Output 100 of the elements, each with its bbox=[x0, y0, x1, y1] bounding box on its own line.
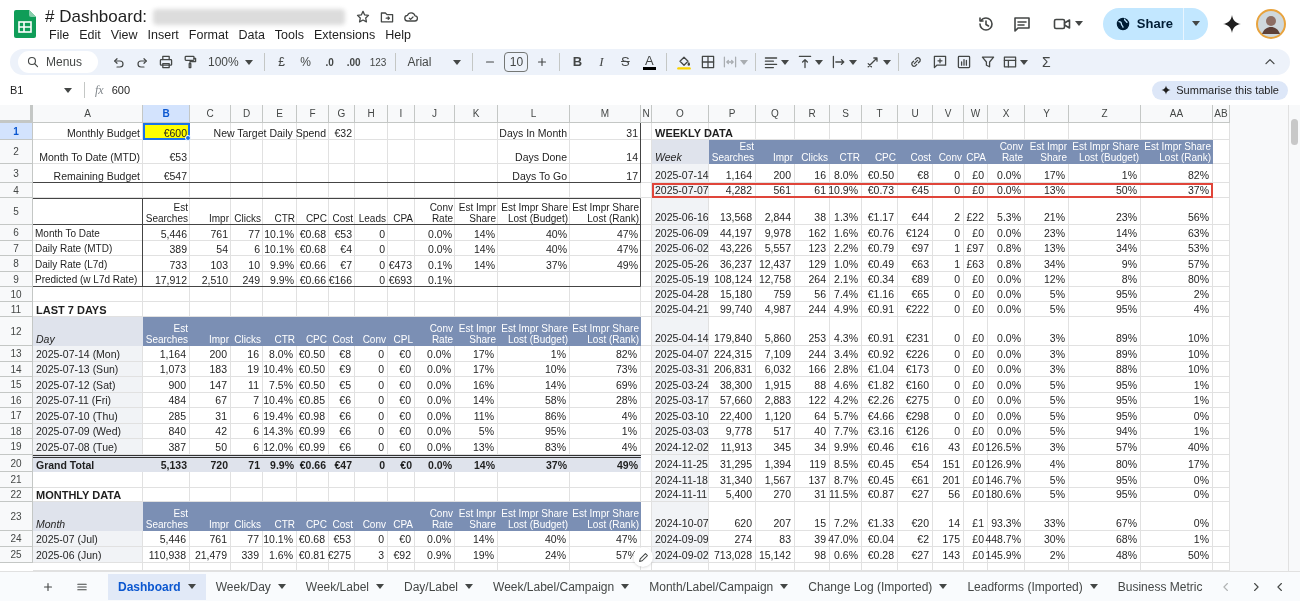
font-dropdown[interactable]: Arial bbox=[401, 50, 468, 74]
menu-item[interactable]: Tools bbox=[270, 26, 309, 43]
column-letter[interactable]: V bbox=[933, 105, 964, 123]
column-letter[interactable]: Z bbox=[1069, 105, 1141, 123]
row-number[interactable]: 24 bbox=[0, 531, 33, 547]
sheet-tab[interactable]: Week/Label bbox=[295, 573, 394, 600]
zoom-dropdown[interactable]: 100% bbox=[202, 50, 259, 74]
row-number[interactable]: 20 bbox=[0, 455, 33, 472]
column-letter[interactable]: J bbox=[415, 105, 455, 123]
table-cell: 15,180 bbox=[709, 287, 756, 302]
number-format-button[interactable]: 123 bbox=[365, 50, 391, 74]
table-cell[interactable]: €547 bbox=[143, 164, 190, 183]
row-number[interactable]: 19 bbox=[0, 439, 33, 455]
column-letter[interactable]: AB bbox=[1213, 105, 1230, 123]
column-letter[interactable]: AA bbox=[1141, 105, 1213, 123]
table-cell-text: 389 bbox=[168, 242, 188, 256]
formula-field[interactable]: 600 bbox=[111, 81, 1153, 99]
increase-decimals-button[interactable]: .00 bbox=[341, 50, 366, 74]
row-number[interactable]: 1 bbox=[0, 123, 33, 140]
table-cell: 0% bbox=[1141, 408, 1213, 424]
percent-button[interactable]: % bbox=[293, 50, 318, 74]
column-letter[interactable]: Y bbox=[1025, 105, 1069, 123]
functions-button[interactable]: Σ bbox=[1034, 50, 1059, 74]
table-cell: 0 bbox=[355, 346, 388, 362]
table-cell: 5% bbox=[1025, 408, 1069, 424]
font-size-field[interactable]: 10 bbox=[504, 52, 529, 72]
table-cell[interactable]: €600 bbox=[143, 123, 190, 140]
row-number[interactable]: 5 bbox=[0, 198, 33, 225]
sheet-tab[interactable]: Change Log (Imported) bbox=[798, 573, 958, 600]
row-number[interactable]: 7 bbox=[0, 241, 33, 256]
row-number[interactable]: 16 bbox=[0, 393, 33, 408]
column-letter[interactable]: S bbox=[830, 105, 862, 123]
row-number[interactable]: 13 bbox=[0, 346, 33, 362]
column-letter[interactable]: O bbox=[652, 105, 709, 123]
column-letter[interactable]: X bbox=[988, 105, 1025, 123]
menu-item[interactable]: Data bbox=[234, 26, 269, 43]
row-number[interactable]: 18 bbox=[0, 424, 33, 439]
menu-item[interactable]: Help bbox=[381, 26, 415, 43]
menu-item[interactable]: Format bbox=[184, 26, 233, 43]
spreadsheet-logo-icon[interactable] bbox=[14, 9, 36, 38]
row-number[interactable]: 12 bbox=[0, 317, 33, 346]
table-cell: 10% bbox=[1141, 346, 1213, 362]
column-letter[interactable]: N bbox=[641, 105, 652, 123]
column-letter[interactable]: U bbox=[898, 105, 933, 123]
column-letter[interactable]: G bbox=[329, 105, 355, 123]
column-letter[interactable]: C bbox=[190, 105, 231, 123]
column-letter[interactable]: T bbox=[862, 105, 898, 123]
decrease-decimals-button[interactable]: .0 bbox=[317, 50, 342, 74]
column-letter[interactable]: K bbox=[455, 105, 498, 123]
column-letter[interactable]: B bbox=[143, 105, 190, 123]
column-letter[interactable]: R bbox=[795, 105, 830, 123]
edit-button[interactable] bbox=[633, 547, 653, 567]
column-letter[interactable]: H bbox=[355, 105, 388, 123]
currency-button[interactable]: £ bbox=[269, 50, 294, 74]
column-letter[interactable]: L bbox=[498, 105, 570, 123]
row-number[interactable]: 8 bbox=[0, 256, 33, 272]
row-number[interactable]: 22 bbox=[0, 488, 33, 502]
sheet-tab[interactable]: Week/Day bbox=[205, 573, 296, 600]
column-letter[interactable]: P bbox=[709, 105, 756, 123]
bold-button[interactable]: B bbox=[565, 50, 590, 74]
row-number[interactable]: 14 bbox=[0, 362, 33, 377]
share-button[interactable]: Share bbox=[1102, 7, 1208, 40]
column-letter[interactable]: I bbox=[388, 105, 415, 123]
search-field[interactable]: Menus bbox=[18, 51, 98, 73]
text-color-button[interactable]: A bbox=[637, 50, 662, 74]
row-number[interactable]: 2 bbox=[0, 140, 33, 164]
column-letter[interactable]: E bbox=[263, 105, 297, 123]
column-letter[interactable]: F bbox=[297, 105, 329, 123]
row-number[interactable]: 21 bbox=[0, 472, 33, 488]
row-number[interactable]: 10 bbox=[0, 287, 33, 302]
column-letter[interactable]: M bbox=[570, 105, 641, 123]
sheet-tab[interactable]: Leadforms (Imported) bbox=[957, 573, 1108, 600]
row-number[interactable]: 11 bbox=[0, 302, 33, 317]
name-box[interactable]: B1 bbox=[10, 81, 74, 99]
row-number[interactable]: 3 bbox=[0, 164, 33, 183]
sheet-tab[interactable]: Business Metric bbox=[1107, 573, 1213, 600]
row-number[interactable]: 4 bbox=[0, 183, 33, 198]
column-letter[interactable]: W bbox=[964, 105, 988, 123]
sheet-tab[interactable]: Month/Label/Campaign bbox=[639, 573, 799, 600]
avatar[interactable] bbox=[1256, 8, 1286, 39]
table-cell: 484 bbox=[143, 393, 190, 408]
strikethrough-button[interactable]: S bbox=[613, 50, 638, 74]
star-icon[interactable] bbox=[355, 8, 372, 25]
italic-button[interactable]: I bbox=[589, 50, 614, 74]
column-letter[interactable]: D bbox=[231, 105, 263, 123]
row-number[interactable]: 9 bbox=[0, 272, 33, 287]
row-number[interactable]: 25 bbox=[0, 547, 33, 563]
sheet-tab[interactable]: Week/Label/Campaign bbox=[483, 573, 640, 600]
row-number[interactable]: 23 bbox=[0, 502, 33, 531]
row-number[interactable]: 17 bbox=[0, 408, 33, 424]
column-letter[interactable]: A bbox=[33, 105, 143, 123]
table-cell[interactable]: €53 bbox=[143, 140, 190, 164]
menu-item[interactable]: Extensions bbox=[310, 26, 380, 43]
sheet-tab[interactable]: Day/Label bbox=[394, 573, 484, 600]
summarise-button[interactable]: Summarise this table bbox=[1152, 80, 1288, 100]
row-number[interactable]: 6 bbox=[0, 225, 33, 241]
scrollbar[interactable] bbox=[1288, 105, 1300, 571]
row-number[interactable]: 15 bbox=[0, 377, 33, 393]
sheet-tab[interactable]: Dashboard bbox=[108, 573, 206, 600]
column-letter[interactable]: Q bbox=[756, 105, 795, 123]
